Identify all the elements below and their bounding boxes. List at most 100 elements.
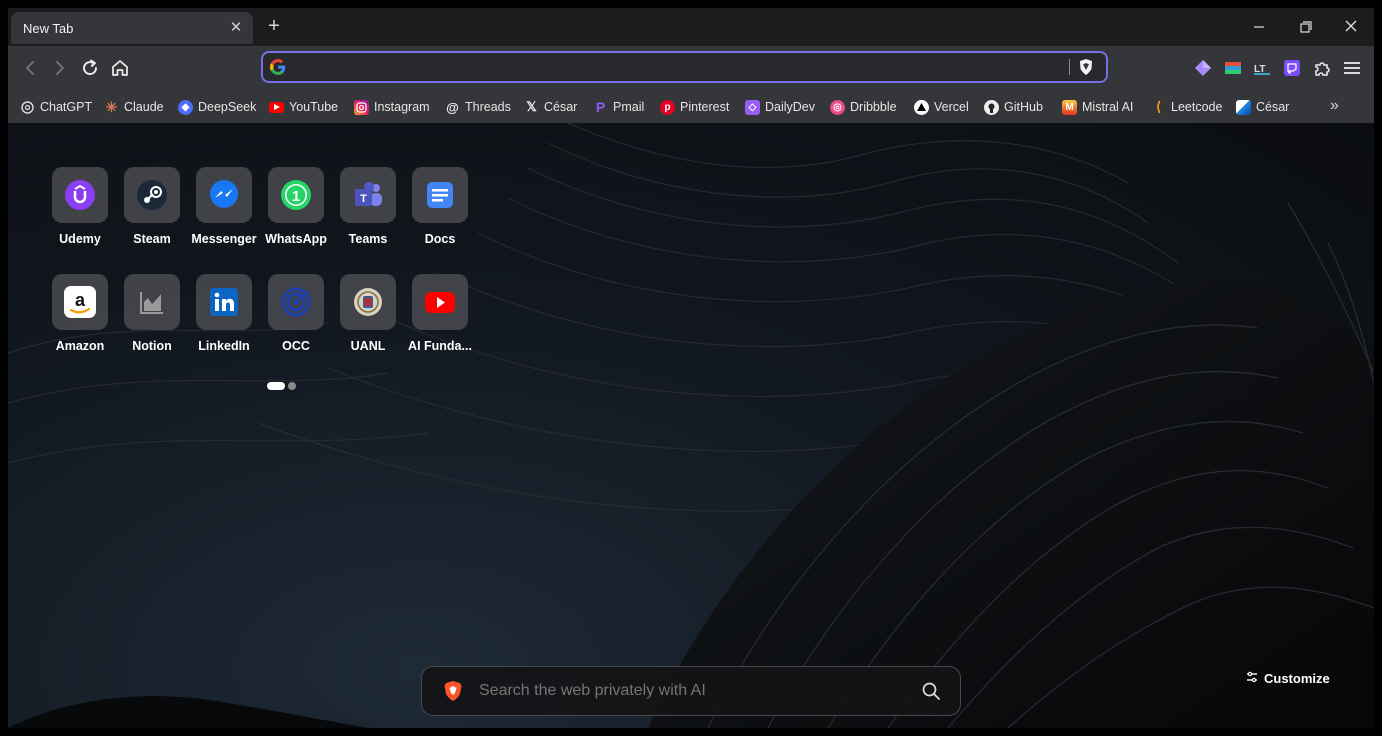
extension-grid-icon[interactable] [1223,58,1243,78]
top-site-amazon[interactable]: a Amazon [44,274,116,366]
steam-icon [124,167,180,223]
bookmark-label: Pmail [613,100,645,114]
chatgpt-icon [20,100,35,115]
top-site-udemy[interactable]: Udemy [44,167,116,259]
divider [1069,59,1070,75]
search-box[interactable] [421,666,961,716]
toolbar: LT [8,46,1374,91]
brave-shields-icon[interactable] [1078,58,1094,81]
new-tab-page: Udemy Steam Messenger 1 WhatsApp T Teams [8,123,1374,728]
dailydev-icon: ◇ [745,99,760,115]
top-site-whatsapp[interactable]: 1 WhatsApp [260,167,332,259]
bookmark-claude[interactable]: ✳ Claude [104,97,164,117]
address-input[interactable] [295,57,1055,77]
bookmarks-overflow-button[interactable]: » [1330,97,1339,115]
bookmark-instagram[interactable]: Instagram [354,97,430,117]
new-tab-button[interactable]: + [264,16,284,37]
tab-new-tab[interactable]: New Tab ✕ [11,12,253,44]
bookmark-profile[interactable]: César [1236,97,1289,117]
bookmark-label: YouTube [289,100,339,114]
top-site-notion[interactable]: Notion [116,274,188,366]
amazon-icon: a [52,274,108,330]
forward-icon[interactable] [48,56,72,80]
bookmark-label: Claude [124,100,164,114]
svg-text:1: 1 [292,188,300,205]
twitch-extension-icon[interactable] [1282,58,1302,78]
github-icon [984,99,999,115]
instagram-icon [354,99,369,115]
extensions-puzzle-icon[interactable] [1312,58,1332,78]
top-site-teams[interactable]: T Teams [332,167,404,259]
x-icon: 𝕏 [526,99,537,114]
reload-icon[interactable] [78,56,102,80]
google-icon [270,59,286,80]
bookmark-pinterest[interactable]: p Pinterest [660,97,729,117]
restore-icon[interactable] [1293,16,1317,38]
top-site-occ[interactable]: OCC [260,274,332,366]
tab-title: New Tab [23,21,74,36]
bookmark-label: ChatGPT [40,100,93,114]
top-site-linkedin[interactable]: LinkedIn [188,274,260,366]
top-site-messenger[interactable]: Messenger [188,167,260,259]
tile-label: AI Funda... [408,339,472,353]
minimize-icon[interactable] [1247,16,1271,38]
bookmark-vercel[interactable]: Vercel [914,97,969,117]
search-icon[interactable] [921,681,941,706]
bookmark-dailydev[interactable]: ◇ DailyDev [745,97,815,117]
leetcode-icon: ⟨ [1155,99,1162,114]
page-dot-1[interactable] [267,382,285,390]
tab-strip: New Tab ✕ + [8,8,1374,46]
top-site-steam[interactable]: Steam [116,167,188,259]
deepseek-icon: ◆ [178,99,193,115]
linkedin-icon [196,274,252,330]
bookmark-label: GitHub [1004,100,1043,114]
udemy-icon [52,167,108,223]
bookmark-label: Threads [465,100,511,114]
bookmark-label: Dribbble [850,100,897,114]
bookmark-label: César [1256,100,1290,114]
bookmark-threads[interactable]: @ Threads [445,97,511,117]
top-site-docs[interactable]: Docs [404,167,476,259]
bookmark-youtube[interactable]: YouTube [269,97,338,117]
bookmark-label: DailyDev [765,100,816,114]
occ-icon [268,274,324,330]
close-window-icon[interactable] [1339,16,1363,38]
wallet-icon[interactable] [1193,58,1213,78]
address-bar[interactable] [261,51,1108,83]
browser-window: New Tab ✕ + LT ChatGPT ✳ Claude ◆ DeepSe… [8,8,1374,728]
search-input[interactable] [479,680,899,702]
customize-button[interactable]: Customize [1246,671,1330,686]
profile-icon [1236,99,1251,115]
bookmark-label: Mistral AI [1082,100,1134,114]
sliders-icon [1246,671,1258,686]
top-site-uanl[interactable]: UANL [332,274,404,366]
home-icon[interactable] [108,56,132,80]
bookmark-pmail[interactable]: P Pmail [593,97,644,117]
bookmark-github[interactable]: GitHub [984,97,1043,117]
dribbble-icon: ◎ [830,99,845,115]
bookmark-x[interactable]: 𝕏 César [524,97,577,117]
bookmark-deepseek[interactable]: ◆ DeepSeek [178,97,256,117]
bookmark-chatgpt[interactable]: ChatGPT [20,97,92,117]
customize-label: Customize [1264,671,1330,686]
top-site-ai-fundamentals[interactable]: AI Funda... [404,274,476,366]
pinterest-icon: p [660,99,675,115]
vercel-icon [914,99,929,115]
svg-text:a: a [75,290,86,310]
notion-icon [124,274,180,330]
bookmark-label: Instagram [374,100,430,114]
youtube-icon [269,101,284,113]
lt-extension-icon[interactable]: LT [1252,58,1272,78]
teams-icon: T [340,167,396,223]
bookmark-dribbble[interactable]: ◎ Dribbble [830,97,897,117]
page-dot-2[interactable] [288,382,296,390]
bookmark-leetcode[interactable]: ⟨ Leetcode [1151,97,1222,117]
close-tab-icon[interactable]: ✕ [227,19,245,37]
bookmark-label: Vercel [934,100,969,114]
menu-icon[interactable] [1342,58,1362,78]
bookmark-mistral[interactable]: M Mistral AI [1062,97,1133,117]
back-icon[interactable] [18,56,42,80]
messenger-icon [196,167,252,223]
brave-logo-icon [443,680,463,707]
bookmark-label: Leetcode [1171,100,1223,114]
